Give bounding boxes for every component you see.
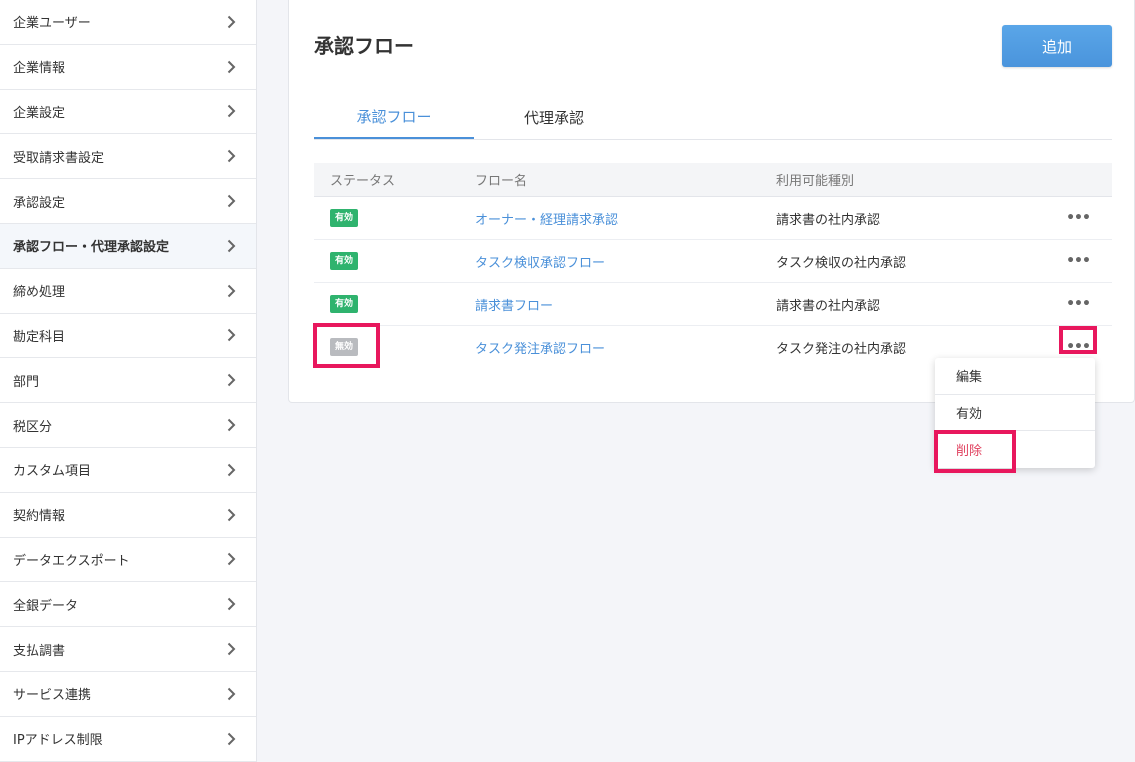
sidebar-item-custom-fields[interactable]: カスタム項目 <box>0 448 256 493</box>
chevron-right-icon <box>224 194 238 208</box>
chevron-right-icon <box>224 328 238 342</box>
sidebar-item-label: 企業ユーザー <box>13 16 91 32</box>
chevron-right-icon <box>224 418 238 432</box>
approval-flow-panel: 承認フロー 追加 承認フロー 代理承認 ステータス フロー名 利用可能種別 有効… <box>288 0 1135 403</box>
page-title: 承認フロー <box>314 34 414 58</box>
sidebar-item-label: 企業情報 <box>13 61 66 77</box>
chevron-right-icon <box>224 732 238 746</box>
sidebar-item-approval-flow[interactable]: 承認フロー・代理承認設定 <box>0 223 256 269</box>
highlight-delete-option <box>934 430 1016 473</box>
status-badge: 有効 <box>330 252 359 270</box>
sidebar-item-label: 契約情報 <box>13 509 66 525</box>
table-row: 有効 請求書フロー 請求書の社内承認 ••• <box>314 283 1112 326</box>
available-type-text: タスク発注の社内承認 <box>776 341 907 357</box>
sidebar-item-label: 承認設定 <box>13 195 66 211</box>
status-badge: 有効 <box>330 209 359 227</box>
chevron-right-icon <box>224 463 238 477</box>
menu-item-enable[interactable]: 有効 <box>935 395 1095 432</box>
sidebar-item-accounts[interactable]: 勘定科目 <box>0 314 256 359</box>
status-badge: 有効 <box>330 295 359 313</box>
highlight-more-options <box>1059 326 1097 354</box>
sidebar-item-label: 企業設定 <box>13 105 66 121</box>
table-header: ステータス フロー名 利用可能種別 <box>314 163 1112 197</box>
sidebar-item-label: 勘定科目 <box>13 329 66 345</box>
table-row: 有効 オーナー・経理請求承認 請求書の社内承認 ••• <box>314 197 1112 240</box>
table-row: 有効 タスク検収承認フロー タスク検収の社内承認 ••• <box>314 240 1112 283</box>
sidebar-item-label: カスタム項目 <box>13 464 92 480</box>
sidebar-item-label: 受取請求書設定 <box>13 150 105 166</box>
sidebar-item-contract-info[interactable]: 契約情報 <box>0 493 256 538</box>
menu-item-edit[interactable]: 編集 <box>935 358 1095 395</box>
chevron-right-icon <box>224 60 238 74</box>
chevron-right-icon <box>224 15 238 29</box>
chevron-right-icon <box>224 373 238 387</box>
add-button[interactable]: 追加 <box>1002 25 1112 67</box>
sidebar-item-approval-settings[interactable]: 承認設定 <box>0 179 256 224</box>
flow-name-link[interactable]: タスク発注承認フロー <box>475 342 605 357</box>
available-type-text: タスク検収の社内承認 <box>776 255 907 271</box>
tab-proxy-approval[interactable]: 代理承認 <box>474 95 634 139</box>
flow-name-link[interactable]: オーナー・経理請求承認 <box>475 213 618 228</box>
chevron-right-icon <box>224 642 238 656</box>
sidebar-item-data-export[interactable]: データエクスポート <box>0 538 256 583</box>
tab-bar: 承認フロー 代理承認 <box>314 95 1112 140</box>
chevron-right-icon <box>224 104 238 118</box>
more-options-icon[interactable]: ••• <box>1066 296 1091 312</box>
sidebar-item-company-users[interactable]: 企業ユーザー <box>0 0 256 45</box>
chevron-right-icon <box>224 597 238 611</box>
tab-approval-flow[interactable]: 承認フロー <box>314 95 474 139</box>
sidebar-item-closing[interactable]: 締め処理 <box>0 269 256 314</box>
sidebar-item-label: 締め処理 <box>13 285 66 301</box>
sidebar-item-tax-categories[interactable]: 税区分 <box>0 403 256 448</box>
sidebar-item-received-invoice-settings[interactable]: 受取請求書設定 <box>0 134 256 180</box>
approval-flow-table: ステータス フロー名 利用可能種別 有効 オーナー・経理請求承認 請求書の社内承… <box>314 163 1112 368</box>
highlight-inactive-badge <box>313 323 380 368</box>
sidebar-item-ip-restriction[interactable]: IPアドレス制限 <box>0 717 256 762</box>
sidebar-item-label: データエクスポート <box>13 553 130 569</box>
chevron-right-icon <box>224 284 238 298</box>
sidebar-item-label: サービス連携 <box>13 688 92 704</box>
chevron-right-icon <box>224 149 238 163</box>
available-type-text: 請求書の社内承認 <box>776 298 881 314</box>
column-header-flow-name: フロー名 <box>475 174 528 189</box>
column-header-status: ステータス <box>330 174 396 189</box>
chevron-right-icon <box>224 239 238 253</box>
more-options-icon[interactable]: ••• <box>1066 253 1091 269</box>
sidebar-item-payment-records[interactable]: 支払調書 <box>0 627 256 672</box>
sidebar-item-label: 税区分 <box>13 419 53 435</box>
sidebar-item-service-integration[interactable]: サービス連携 <box>0 672 256 717</box>
flow-name-link[interactable]: 請求書フロー <box>475 299 553 314</box>
sidebar-item-label: 全銀データ <box>13 598 79 614</box>
sidebar-item-departments[interactable]: 部門 <box>0 358 256 404</box>
more-options-icon[interactable]: ••• <box>1066 210 1091 226</box>
chevron-right-icon <box>224 508 238 522</box>
chevron-right-icon <box>224 552 238 566</box>
flow-name-link[interactable]: タスク検収承認フロー <box>475 256 605 271</box>
column-header-available-type: 利用可能種別 <box>776 174 855 189</box>
sidebar-item-company-info[interactable]: 企業情報 <box>0 45 256 90</box>
chevron-right-icon <box>224 687 238 701</box>
settings-sidebar: 企業ユーザー 企業情報 企業設定 受取請求書設定 承認設定 承認フロー・代理承認… <box>0 0 257 762</box>
sidebar-item-zengin-data[interactable]: 全銀データ <box>0 582 256 628</box>
available-type-text: 請求書の社内承認 <box>776 212 881 228</box>
sidebar-item-label: 部門 <box>13 374 40 390</box>
sidebar-item-company-settings[interactable]: 企業設定 <box>0 90 256 135</box>
sidebar-item-label: 支払調書 <box>13 643 66 659</box>
sidebar-item-label: IPアドレス制限 <box>13 733 103 749</box>
sidebar-item-label: 承認フロー・代理承認設定 <box>13 240 170 256</box>
